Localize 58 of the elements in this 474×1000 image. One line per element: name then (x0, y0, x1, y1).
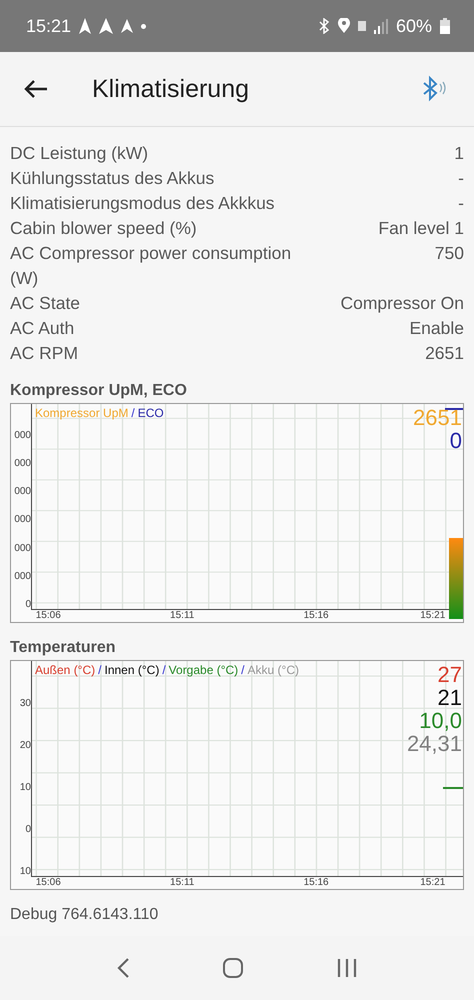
legend-separator: / (162, 663, 166, 677)
x-tick-label: 15:16 (304, 610, 329, 621)
row-value: 2651 (425, 342, 464, 365)
status-time: 15:21 (26, 16, 72, 36)
y-tick-label: 000 (14, 572, 31, 582)
x-tick-label: 15:06 (36, 610, 61, 621)
screen-title: Klimatisierung (92, 74, 250, 104)
row-label: Klimatisierungsmodus des Akkkus (10, 192, 275, 215)
row-value: Compressor On (340, 292, 464, 315)
row-label: AC Auth (10, 317, 74, 340)
current-value: 0 (450, 429, 462, 452)
debug-text: Debug 764.6143.110 (10, 906, 160, 924)
legend-label: ECO (138, 406, 164, 420)
current-value: 24,31 (406, 732, 462, 755)
y-tick-label: 000 (14, 544, 31, 554)
row-label: Cabin blower speed (%) (10, 217, 197, 240)
chart-title: Temperaturen (10, 639, 117, 657)
row-label: AC RPM (10, 342, 78, 365)
row-label: AC State (10, 292, 80, 315)
current-value: 27 (438, 663, 462, 686)
y-tick-label: 0 (25, 600, 31, 610)
x-tick-label: 15:11 (170, 877, 194, 888)
battery-percent: 60% (396, 16, 432, 36)
row-value: 750 (434, 242, 464, 265)
x-tick-label: 15:11 (170, 610, 194, 621)
legend-label: Akku (°C) (248, 663, 299, 677)
y-tick-label: 0 (25, 825, 31, 835)
y-tick-label: 20 (20, 741, 31, 751)
row-label: AC Compressor power consumption (W) (10, 242, 292, 290)
row-value: - (458, 192, 464, 215)
legend-label: Vorgabe (°C) (168, 663, 238, 677)
legend-label: Innen (°C) (104, 663, 160, 677)
current-value: 21 (438, 686, 462, 709)
legend-separator: / (98, 663, 102, 677)
y-tick-label: 000 (14, 431, 31, 441)
chart-title: Kompressor UpM, ECO (10, 382, 188, 400)
y-tick-label: 30 (20, 699, 31, 709)
x-tick-label: 15:21 (420, 610, 446, 621)
row-value: Enable (410, 317, 464, 340)
row-label: DC Leistung (kW) (10, 142, 148, 165)
row-label: Kühlungsstatus des Akkus (10, 167, 214, 190)
row-value: - (458, 167, 464, 190)
current-value: 10,0 (419, 709, 462, 732)
x-tick-label: 15:06 (36, 877, 61, 888)
current-value: 2651 (413, 406, 462, 429)
x-tick-label: 15:16 (304, 877, 329, 888)
y-tick-label: 000 (14, 487, 31, 498)
y-tick-label: 000 (14, 515, 31, 526)
y-tick-label: 10 (20, 783, 31, 793)
row-value: Fan level 1 (378, 217, 464, 240)
legend-label: Kompressor UpM (35, 406, 128, 420)
legend-separator: / (241, 663, 245, 677)
legend-separator: / (131, 406, 135, 420)
x-tick-label: 15:21 (420, 877, 446, 888)
row-value: 1 (454, 142, 464, 165)
y-tick-label: 000 (14, 459, 31, 470)
y-tick-label: 10 (20, 867, 31, 877)
legend-label: Außen (°C) (35, 663, 96, 677)
